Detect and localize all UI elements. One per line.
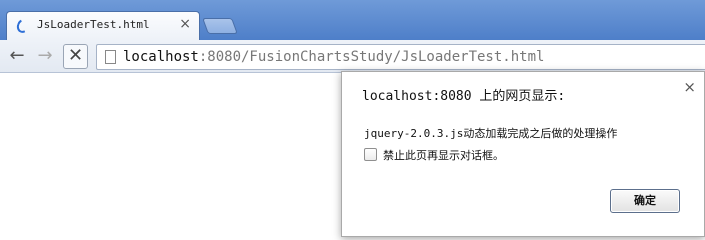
page-icon bbox=[105, 50, 116, 64]
tab-close-icon[interactable]: × bbox=[179, 16, 191, 32]
suppress-dialogs-label[interactable]: 禁止此页再显示对话框。 bbox=[383, 147, 504, 163]
url-host: localhost bbox=[123, 49, 199, 65]
spinner-icon bbox=[14, 17, 32, 35]
tab-title: JsLoaderTest.html bbox=[37, 18, 150, 31]
suppress-dialogs-checkbox[interactable] bbox=[364, 148, 377, 161]
new-tab-icon[interactable] bbox=[202, 18, 238, 34]
address-bar[interactable]: localhost:8080/FusionChartsStudy/JsLoade… bbox=[96, 44, 705, 70]
dialog-message: jquery-2.0.3.js动态加载完成之后做的处理操作 bbox=[364, 127, 618, 140]
forward-arrow-icon[interactable]: → bbox=[34, 45, 56, 67]
alert-dialog: localhost:8080 上的网页显示: × jquery-2.0.3.js… bbox=[341, 71, 705, 237]
browser-tab[interactable]: JsLoaderTest.html × bbox=[6, 11, 200, 40]
browser-toolbar: ← → ✕ localhost:8080/FusionChartsStudy/J… bbox=[0, 40, 705, 73]
tab-strip: JsLoaderTest.html × bbox=[0, 0, 705, 40]
stop-icon[interactable]: ✕ bbox=[63, 44, 88, 69]
url-text[interactable]: localhost:8080/FusionChartsStudy/JsLoade… bbox=[123, 49, 544, 65]
dialog-title: localhost:8080 上的网页显示: bbox=[362, 89, 566, 104]
back-arrow-icon[interactable]: ← bbox=[6, 45, 28, 67]
url-path: :8080/FusionChartsStudy/JsLoaderTest.htm… bbox=[198, 49, 545, 65]
dialog-close-icon[interactable]: × bbox=[683, 78, 696, 96]
ok-button[interactable]: 确定 bbox=[610, 189, 680, 213]
